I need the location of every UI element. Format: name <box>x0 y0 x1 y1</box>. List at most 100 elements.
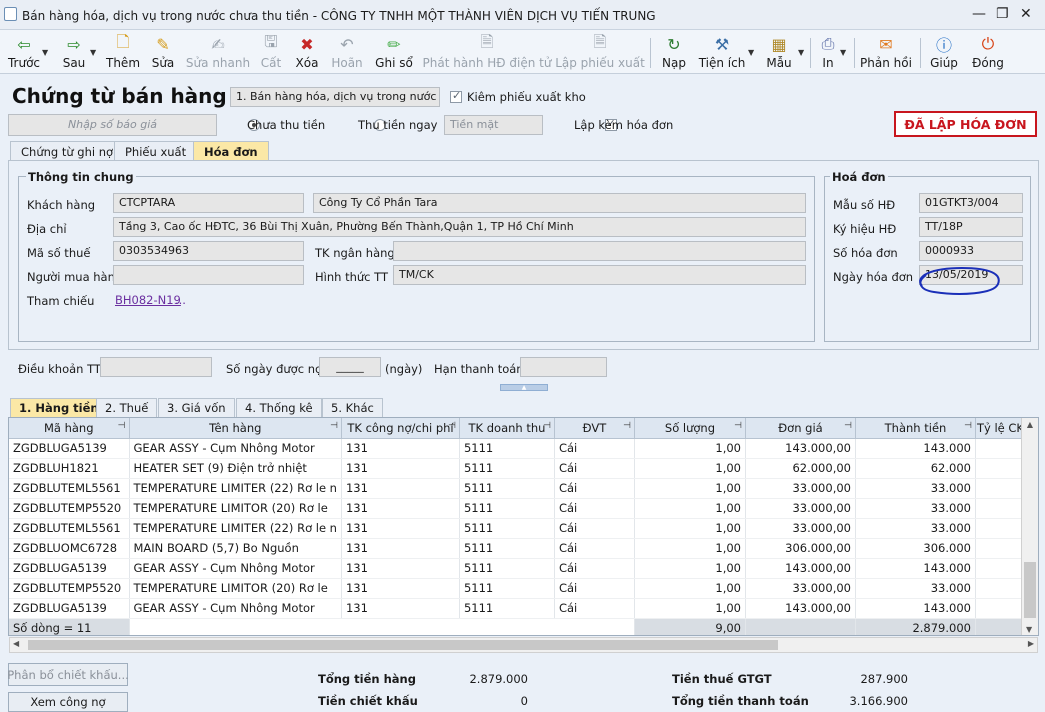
table-cell[interactable] <box>975 478 1026 499</box>
buyer-field[interactable] <box>113 265 304 285</box>
grid-horizontal-scrollbar[interactable]: ◀ ▶ <box>9 637 1038 653</box>
table-cell[interactable]: Cái <box>554 598 635 619</box>
table-row[interactable]: ZGDBLUH1821 HEATER SET (9) Điện trở nhiệt… <box>9 458 1026 479</box>
invoice-symbol-field[interactable]: TT/18P <box>919 217 1023 237</box>
table-cell[interactable]: 1,00 <box>634 498 746 519</box>
table-cell[interactable]: 1,00 <box>634 438 746 459</box>
grid-header-col-amount[interactable]: Thành tiền ⊣ <box>855 418 976 439</box>
table-row[interactable]: ZGDBLUTEML5561 TEMPERATURE LIMITER (22) R… <box>9 518 1026 539</box>
toolbar-issue-slip-button[interactable]: 🗎 Lập phiếu xuất <box>555 30 645 74</box>
customer-code-field[interactable]: CTCPTARA <box>113 193 304 213</box>
view-debt-button[interactable]: Xem công nợ <box>8 692 128 712</box>
table-cell[interactable]: 131 <box>341 498 460 519</box>
table-cell[interactable]: 143.000,00 <box>745 598 856 619</box>
table-cell[interactable]: 5111 <box>459 578 555 599</box>
table-cell[interactable]: 5111 <box>459 498 555 519</box>
toolbar-delete-button[interactable]: ✖ Xóa <box>294 30 320 74</box>
table-cell[interactable]: TEMPERATURE LIMITER (22) Rơ le n <box>129 518 342 539</box>
table-cell[interactable] <box>975 458 1026 479</box>
table-cell[interactable]: 131 <box>341 438 460 459</box>
table-cell[interactable]: ZGDBLUTEML5561 <box>9 478 130 499</box>
table-cell[interactable]: 33.000 <box>855 578 976 599</box>
reference-more-link[interactable]: ... <box>175 293 186 307</box>
toolbar-utilities-button[interactable]: ⚒ Tiện ích <box>699 30 746 74</box>
scroll-up-icon[interactable]: ▲ <box>1022 420 1038 429</box>
grid-header-col-quantity[interactable]: Số lượng ⊣ <box>634 418 746 439</box>
table-cell[interactable]: 143.000 <box>855 438 976 459</box>
table-row[interactable]: ZGDBLUTEML5561 TEMPERATURE LIMITER (22) R… <box>9 478 1026 499</box>
toolbar-edit-button[interactable]: ✎ Sửa <box>148 30 178 74</box>
toolbar-close-button[interactable]: ⏻ Đóng <box>970 30 1006 74</box>
table-cell[interactable]: ZGDBLUTEML5561 <box>9 518 130 539</box>
table-cell[interactable]: ZGDBLUTEMP5520 <box>9 578 130 599</box>
table-cell[interactable]: 5111 <box>459 438 555 459</box>
table-cell[interactable]: Cái <box>554 518 635 539</box>
table-cell[interactable]: 33.000,00 <box>745 478 856 499</box>
table-cell[interactable] <box>975 498 1026 519</box>
table-cell[interactable]: 5111 <box>459 558 555 579</box>
grid-header-col-unit-price[interactable]: Đơn giá ⊣ <box>745 418 856 439</box>
table-cell[interactable]: 1,00 <box>634 478 746 499</box>
pin-icon[interactable]: ⊣ <box>844 421 852 431</box>
table-cell[interactable]: 33.000 <box>855 478 976 499</box>
pin-icon[interactable]: ⊣ <box>964 421 972 431</box>
toolbar-undo-button[interactable]: ↶ Hoãn <box>330 30 364 74</box>
scroll-thumb[interactable] <box>1024 562 1036 618</box>
toolbar-template-button[interactable]: ▦ Mẫu <box>764 30 794 74</box>
table-cell[interactable] <box>975 558 1026 579</box>
table-cell[interactable]: 5111 <box>459 458 555 479</box>
pin-icon[interactable]: ⊣ <box>118 421 126 431</box>
toolbar-reload-button[interactable]: ↻ Nạp <box>660 30 688 74</box>
minimize-button[interactable]: — <box>972 6 986 22</box>
due-date-field[interactable] <box>520 357 607 377</box>
table-cell[interactable] <box>975 598 1026 619</box>
table-cell[interactable]: 33.000 <box>855 518 976 539</box>
table-cell[interactable]: ZGDBLUGA5139 <box>9 438 130 459</box>
table-cell[interactable]: ZGDBLUGA5139 <box>9 598 130 619</box>
table-cell[interactable]: 1,00 <box>634 518 746 539</box>
table-cell[interactable]: 131 <box>341 598 460 619</box>
table-cell[interactable]: 131 <box>341 578 460 599</box>
table-cell[interactable]: 131 <box>341 458 460 479</box>
table-cell[interactable]: 33.000 <box>855 498 976 519</box>
voucher-type-select[interactable]: 1. Bán hàng hóa, dịch vụ trong nước <box>230 87 440 107</box>
table-cell[interactable]: Cái <box>554 438 635 459</box>
table-cell[interactable]: ZGDBLUH1821 <box>9 458 130 479</box>
table-row[interactable]: ZGDBLUTEMP5520 TEMPERATURE LIMITOR (20) R… <box>9 578 1026 599</box>
table-cell[interactable]: Cái <box>554 498 635 519</box>
table-row[interactable]: ZGDBLUGA5139 GEAR ASSY - Cụm Nhông Motor 1… <box>9 438 1026 459</box>
pin-icon[interactable]: ⊣ <box>330 421 338 431</box>
table-cell[interactable]: ZGDBLUGA5139 <box>9 558 130 579</box>
collapse-toggle-icon[interactable]: ▲ <box>500 384 548 391</box>
table-cell[interactable]: 143.000,00 <box>745 438 856 459</box>
table-cell[interactable]: ZGDBLUOMC6728 <box>9 538 130 559</box>
export-slip-checkbox[interactable] <box>450 89 462 103</box>
credit-days-stepper[interactable]: _____ <box>319 357 381 377</box>
tab-export-slip[interactable]: Phiếu xuất <box>114 141 198 161</box>
toolbar-help-button[interactable]: ⓘ Giúp <box>928 30 960 74</box>
invoice-form-field[interactable]: 01GTKT3/004 <box>919 193 1023 213</box>
table-cell[interactable]: 131 <box>341 518 460 539</box>
table-cell[interactable]: 143.000 <box>855 558 976 579</box>
scroll-left-icon[interactable]: ◀ <box>13 639 19 648</box>
table-row[interactable]: ZGDBLUOMC6728 MAIN BOARD (5,7) Bo Nguồn 13… <box>9 538 1026 559</box>
payment-method-select[interactable]: Tiền mặt <box>444 115 543 135</box>
table-cell[interactable]: 33.000,00 <box>745 578 856 599</box>
table-cell[interactable] <box>975 578 1026 599</box>
allocate-discount-button[interactable]: Phân bổ chiết khấu... <box>7 663 129 686</box>
table-cell[interactable]: Cái <box>554 538 635 559</box>
table-cell[interactable]: HEATER SET (9) Điện trở nhiệt <box>129 458 342 479</box>
toolbar-prev-button[interactable]: ⇦ Trước <box>6 30 42 74</box>
pin-icon[interactable]: ⊣ <box>448 421 456 431</box>
table-cell[interactable]: 5111 <box>459 518 555 539</box>
table-cell[interactable]: 143.000 <box>855 598 976 619</box>
table-cell[interactable] <box>975 538 1026 559</box>
chevron-down-icon[interactable]: ▼ <box>840 48 846 57</box>
grid-header-col-revenue-account[interactable]: TK doanh thu ⊣ <box>459 418 555 439</box>
payment-form-field[interactable]: TM/CK <box>393 265 806 285</box>
table-cell[interactable]: 5111 <box>459 598 555 619</box>
grid-header-col-item-name[interactable]: Tên hàng ⊣ <box>129 418 342 439</box>
table-cell[interactable]: 1,00 <box>634 538 746 559</box>
address-field[interactable]: Tầng 3, Cao ốc HĐTC, 36 Bùi Thị Xuân, Ph… <box>113 217 806 237</box>
close-window-button[interactable]: ✕ <box>1020 6 1032 22</box>
